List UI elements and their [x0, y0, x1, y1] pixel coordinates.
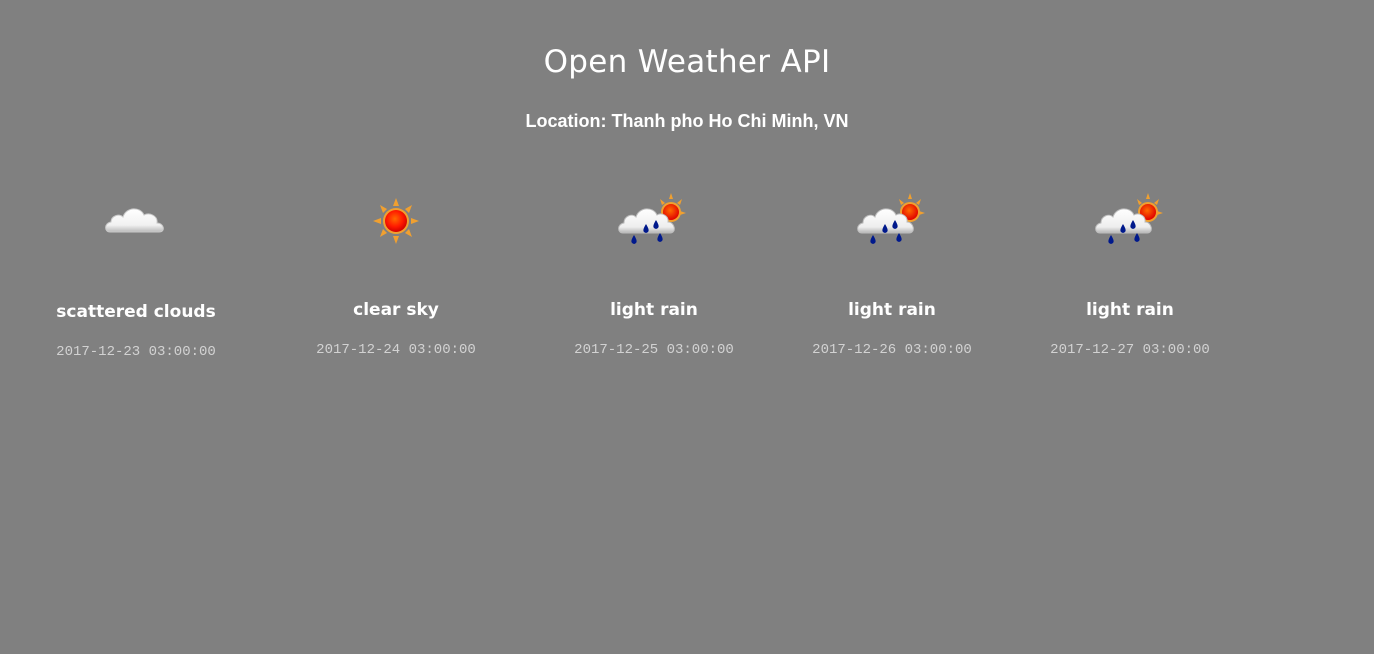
location-label: Location: Thanh pho Ho Chi Minh, VN	[525, 111, 849, 131]
weather-description: light rain	[848, 300, 936, 320]
forecast-datetime: 2017-12-27 03:00:00	[1050, 342, 1210, 358]
cloud-icon	[102, 188, 174, 252]
weather-description: scattered clouds	[56, 302, 216, 322]
weather-description: clear sky	[353, 300, 439, 320]
forecast-datetime: 2017-12-24 03:00:00	[316, 342, 476, 358]
rain-icon	[1093, 188, 1165, 252]
forecast-datetime: 2017-12-23 03:00:00	[56, 344, 216, 360]
weather-description: light rain	[1086, 300, 1174, 320]
sun-icon	[360, 188, 432, 252]
rain-icon	[616, 188, 688, 252]
forecast-datetime: 2017-12-26 03:00:00	[812, 342, 972, 358]
forecast-datetime: 2017-12-25 03:00:00	[574, 342, 734, 358]
weather-description: light rain	[610, 300, 698, 320]
page-title: Open Weather API	[543, 44, 831, 80]
rain-icon	[855, 188, 927, 252]
